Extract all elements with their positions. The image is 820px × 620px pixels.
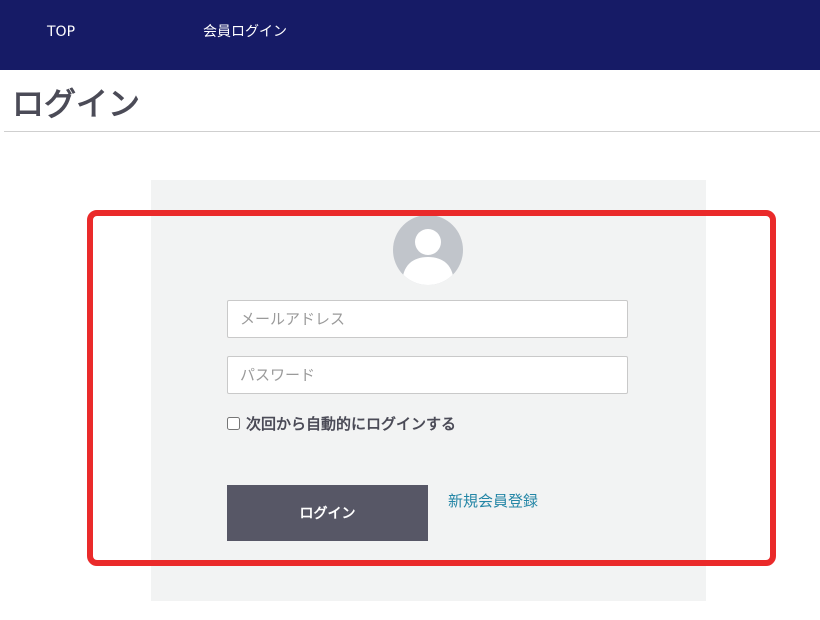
user-silhouette-icon (393, 215, 463, 285)
email-field[interactable] (227, 300, 628, 338)
title-divider (4, 131, 820, 132)
top-navigation-bar: TOP 会員ログイン (0, 0, 820, 70)
nav-item-member-login[interactable]: 会員ログイン (203, 23, 287, 41)
nav-item-top[interactable]: TOP (47, 23, 75, 41)
remember-me-checkbox[interactable] (227, 416, 240, 430)
page-title: ログイン (12, 85, 141, 123)
login-button[interactable]: ログイン (227, 485, 428, 541)
remember-me-label[interactable]: 次回から自動的にログインする (246, 413, 456, 434)
password-field[interactable] (227, 356, 628, 394)
register-link[interactable]: 新規会員登録 (448, 490, 538, 511)
remember-me-row: 次回から自動的にログインする (227, 412, 456, 434)
avatar-graphic (402, 229, 454, 285)
